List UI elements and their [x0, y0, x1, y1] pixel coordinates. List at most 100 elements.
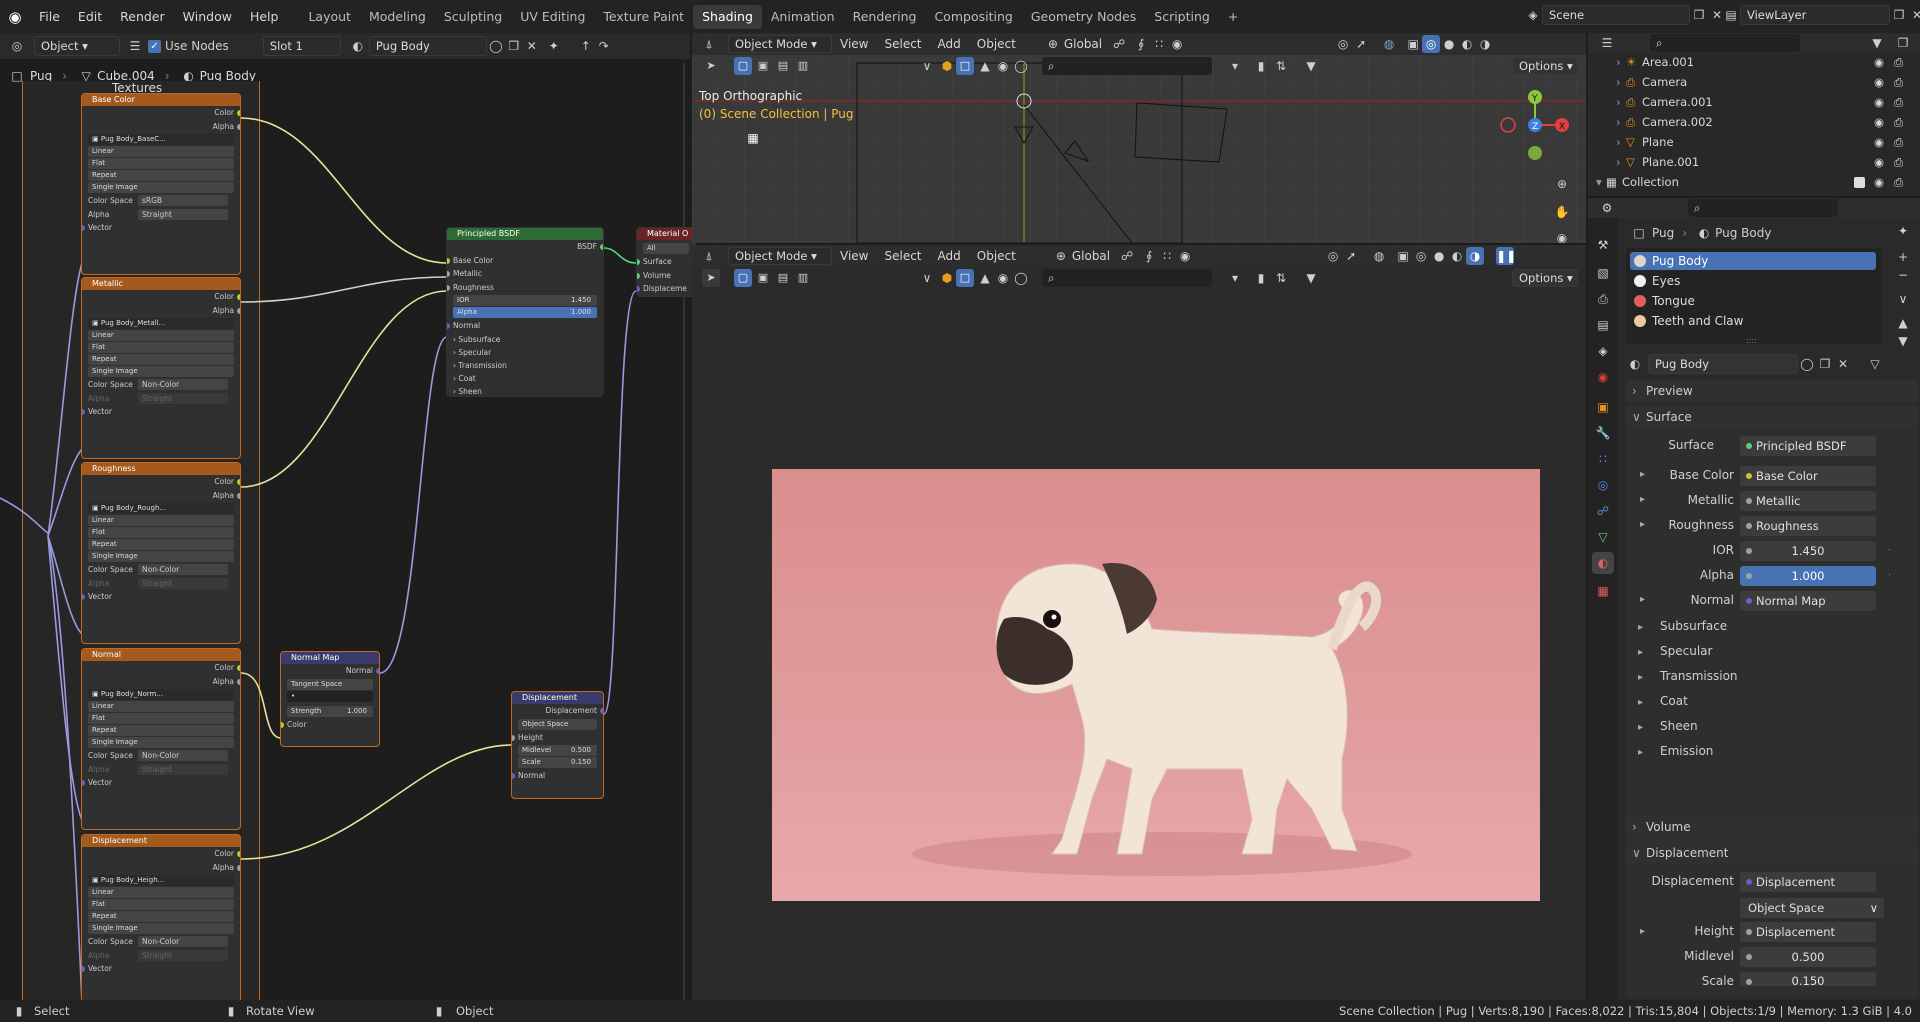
- tab-geometry-nodes[interactable]: Geometry Nodes: [1022, 5, 1145, 29]
- extend-select-icon[interactable]: ▣: [754, 57, 772, 75]
- alpha-mode-row[interactable]: Alpha Straight: [82, 392, 240, 406]
- bsdf-panel-sheen[interactable]: › Sheen: [447, 385, 603, 397]
- camera-view-icon[interactable]: ◉: [1553, 229, 1571, 243]
- link-dropdown-icon[interactable]: ▽: [1866, 355, 1884, 373]
- mat-out-volume[interactable]: Volume: [637, 269, 695, 283]
- displacement-field[interactable]: Displacement: [1740, 872, 1876, 892]
- normal-map-color-in[interactable]: Color: [281, 718, 379, 732]
- view-menu[interactable]: View: [832, 249, 876, 263]
- dropdown-icon[interactable]: ▾: [1226, 57, 1244, 75]
- mat-out-target[interactable]: All: [643, 243, 689, 254]
- resize-handle[interactable]: ::::: [1746, 336, 1757, 345]
- scene-tab-icon[interactable]: ◈: [1594, 342, 1612, 360]
- node-editor[interactable]: ◎ Object ▾ ☰ ✓ Use Nodes Slot 1 ◐ Pug Bo…: [0, 33, 696, 1016]
- view-layer-tab-icon[interactable]: ▤: [1594, 316, 1612, 334]
- outliner-item[interactable]: › ▽ Plane ◉ ⎙: [1588, 135, 1920, 151]
- tab-sculpting[interactable]: Sculpting: [435, 5, 511, 29]
- view-menu[interactable]: View: [832, 37, 876, 51]
- filter-light-icon[interactable]: ▲: [976, 57, 994, 75]
- filter-mesh-icon[interactable]: □: [956, 57, 974, 75]
- tab-scripting[interactable]: Scripting: [1145, 5, 1219, 29]
- extension-dropdown[interactable]: Repeat: [88, 911, 234, 922]
- material-output-node[interactable]: Material O All Surface Volume Displaceme: [636, 227, 696, 297]
- wireframe-shading-icon[interactable]: ◎: [1412, 247, 1430, 265]
- overlay-icon[interactable]: ◍: [1380, 35, 1398, 53]
- sort-icon[interactable]: ⇅: [1272, 269, 1290, 287]
- render-tab-icon[interactable]: ▧: [1594, 264, 1612, 282]
- displacement-normal[interactable]: Normal: [512, 769, 603, 783]
- image-texture-node[interactable]: Roughness Color Alpha ▣ Pug Body_Rough... Li…: [81, 462, 241, 644]
- orientation-icon[interactable]: ⊕: [1044, 35, 1062, 53]
- keyframe-dot-icon[interactable]: ⋅: [1888, 545, 1891, 556]
- image-datablock[interactable]: ▣ Pug Body_Rough...: [88, 503, 234, 514]
- filter-camera-icon[interactable]: ◉: [994, 57, 1012, 75]
- source-dropdown[interactable]: Single Image: [88, 366, 234, 377]
- mode-dropdown[interactable]: Object Mode ▾: [728, 35, 832, 53]
- box-select-icon[interactable]: ▢: [734, 269, 752, 287]
- bsdf-input-base-color[interactable]: Base Color: [447, 254, 603, 268]
- tab-compositing[interactable]: Compositing: [925, 5, 1021, 29]
- material-slot-eyes[interactable]: Eyes: [1630, 272, 1876, 290]
- bsdf-panel-coat[interactable]: › Coat: [447, 372, 603, 385]
- viewport-search[interactable]: ⌕: [1042, 269, 1212, 287]
- orientation-dropdown[interactable]: Global: [1070, 249, 1118, 263]
- texture-tab-icon[interactable]: ▦: [1594, 582, 1612, 600]
- bsdf-alpha-field[interactable]: Alpha 1.000: [453, 307, 597, 318]
- midlevel-field[interactable]: 0.500: [1740, 947, 1876, 967]
- bsdf-input-metallic[interactable]: Metallic: [447, 267, 603, 281]
- outliner-item[interactable]: ›▽hewen1◉⎙: [1588, 195, 1920, 196]
- object-menu[interactable]: Object: [969, 249, 1024, 263]
- surface-shader-field[interactable]: Principled BSDF: [1740, 436, 1876, 456]
- bsdf-panel-subsurface[interactable]: › Subsurface: [447, 333, 603, 346]
- interpolation-dropdown[interactable]: Linear: [88, 146, 234, 157]
- material-name-field[interactable]: Pug Body: [1648, 354, 1798, 374]
- image-texture-node[interactable]: Metallic Color Alpha ▣ Pug Body_Metall... Li…: [81, 277, 241, 459]
- vector-input[interactable]: Vector: [82, 590, 240, 604]
- source-dropdown[interactable]: Single Image: [88, 923, 234, 934]
- proportional-icon[interactable]: ◉: [1168, 35, 1186, 53]
- tab-modeling[interactable]: Modeling: [360, 5, 435, 29]
- checker-icon[interactable]: ▦: [744, 129, 762, 147]
- pivot-icon[interactable]: ☍: [1118, 247, 1136, 265]
- world-tab-icon[interactable]: ◉: [1594, 368, 1612, 386]
- gizmo-icon[interactable]: ➚: [1352, 35, 1370, 53]
- scene-name-field[interactable]: Scene: [1542, 5, 1690, 25]
- bsdf-panel-transmission[interactable]: › Transmission: [447, 359, 603, 372]
- filter-other-icon[interactable]: ◯: [1012, 57, 1030, 75]
- object-tab-icon[interactable]: ▣: [1594, 398, 1612, 416]
- eye-icon[interactable]: ◉: [1874, 155, 1884, 169]
- camera-render-icon[interactable]: ⎙: [1894, 155, 1903, 170]
- outliner-item[interactable]: › ⎙ Camera.002 ◉ ⎙: [1588, 115, 1920, 131]
- viewport-type-icon[interactable]: ⍋: [700, 35, 718, 53]
- extension-dropdown[interactable]: Repeat: [88, 170, 234, 181]
- move-up-icon[interactable]: ▲: [1894, 314, 1912, 332]
- tab-layout[interactable]: Layout: [299, 5, 360, 29]
- bsdf-input-roughness[interactable]: Roughness: [447, 281, 603, 295]
- expand-arrow-icon[interactable]: ›: [1616, 155, 1621, 169]
- source-dropdown[interactable]: Single Image: [88, 551, 234, 562]
- pan-hand-icon[interactable]: ✋: [1553, 203, 1571, 221]
- volume-panel[interactable]: › Volume: [1626, 816, 1918, 838]
- sort-icon[interactable]: ⇅: [1272, 57, 1290, 75]
- subtract-select-icon[interactable]: ▤: [774, 57, 792, 75]
- material-browse-icon[interactable]: ◐: [1626, 355, 1644, 373]
- material-slot-teeth-and-claw[interactable]: Teeth and Claw: [1630, 312, 1876, 330]
- solid-shading-icon[interactable]: ●: [1430, 247, 1448, 265]
- displacement-space[interactable]: Object Space: [518, 718, 597, 730]
- expand-arrow-icon[interactable]: ›: [1616, 55, 1621, 69]
- pin-icon[interactable]: ✦: [1894, 222, 1912, 240]
- source-dropdown[interactable]: Single Image: [88, 182, 234, 193]
- displacement-height[interactable]: Height: [512, 731, 603, 745]
- outliner-item[interactable]: › ☀ Area.001 ◉ ⎙: [1588, 55, 1920, 71]
- projection-dropdown[interactable]: Flat: [88, 342, 234, 353]
- snap-grid-icon[interactable]: ∷: [1150, 35, 1168, 53]
- color-space-row[interactable]: Color Space sRGB: [82, 194, 240, 208]
- dropdown-icon[interactable]: ▾: [1226, 269, 1244, 287]
- interpolation-dropdown[interactable]: Linear: [88, 701, 234, 712]
- interpolation-dropdown[interactable]: Linear: [88, 330, 234, 341]
- top-viewport[interactable]: ⍋ Object Mode ▾ View Select Add Object ⊕…: [692, 33, 1586, 243]
- camera-render-icon[interactable]: ⎙: [1894, 115, 1903, 130]
- pivot-icon[interactable]: ☍: [1110, 35, 1128, 53]
- bsdf-input-normal[interactable]: Normal: [447, 319, 603, 333]
- image-texture-node[interactable]: Displacement Color Alpha ▣ Pug Body_Heigh..…: [81, 834, 241, 1016]
